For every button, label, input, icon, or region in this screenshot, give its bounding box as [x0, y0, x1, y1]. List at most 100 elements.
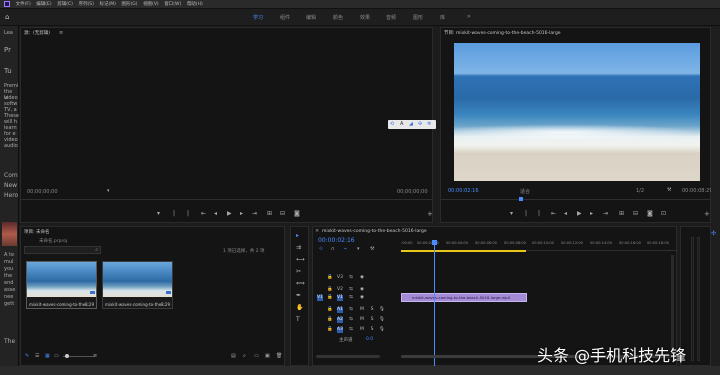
- sync-lock-icon[interactable]: ⇆: [348, 275, 354, 281]
- menu-graphics[interactable]: 图形(G): [121, 0, 137, 9]
- resolution-dropdown[interactable]: 1/2: [636, 188, 644, 194]
- write-protect-icon[interactable]: ✎: [25, 353, 29, 359]
- pen-tool-icon[interactable]: ✒: [296, 292, 301, 299]
- lock-icon[interactable]: 🔒: [327, 317, 333, 323]
- sync-lock-icon[interactable]: ⇆: [348, 295, 354, 301]
- voiceover-mic-icon[interactable]: 🎙: [379, 317, 385, 323]
- nest-icon[interactable]: ⟐: [319, 246, 323, 252]
- mark-out-icon[interactable]: |: [538, 211, 540, 217]
- menu-sequence[interactable]: 序列(S): [79, 0, 94, 9]
- workspace-assembly[interactable]: 组件: [280, 14, 290, 21]
- solo-button[interactable]: S: [369, 317, 375, 323]
- list-view-icon[interactable]: ☰: [35, 353, 39, 359]
- icon-view-icon[interactable]: ▦: [45, 353, 50, 359]
- settings-wrench-icon[interactable]: ⚒: [370, 246, 374, 252]
- new-item-icon[interactable]: ▣: [265, 353, 270, 359]
- export-frame-icon[interactable]: ◙: [294, 211, 300, 217]
- track-name[interactable]: A2: [337, 317, 343, 323]
- track-name[interactable]: A1: [337, 307, 343, 313]
- slip-tool-icon[interactable]: ⟺: [296, 280, 305, 287]
- track-name[interactable]: V3: [337, 275, 343, 281]
- step-back-icon[interactable]: ◂: [214, 211, 217, 217]
- menu-clip[interactable]: 剪辑(C): [57, 0, 73, 9]
- text-tool-label[interactable]: A: [400, 121, 403, 127]
- snap-icon[interactable]: ∩: [331, 246, 335, 252]
- mark-in-icon[interactable]: |: [525, 211, 527, 217]
- eye-icon[interactable]: ◉: [359, 295, 365, 301]
- new-bin-icon[interactable]: ▭: [254, 353, 259, 359]
- timeline-vertical-scrollbar[interactable]: [671, 255, 674, 353]
- add-marker-icon[interactable]: ▾: [510, 211, 513, 217]
- razor-tool-icon[interactable]: ✂: [296, 268, 301, 275]
- zoom-slider-handle[interactable]: [65, 354, 69, 358]
- mark-out-icon[interactable]: |: [187, 211, 189, 217]
- panel-menu-icon[interactable]: ≡: [59, 30, 63, 36]
- sequence-tab[interactable]: mixkit-waves-coming-to-the-beach-5016-la…: [322, 229, 427, 234]
- menu-window[interactable]: 窗口(W): [164, 0, 181, 9]
- playhead-handle[interactable]: [432, 240, 437, 245]
- workspace-audio[interactable]: 音频: [386, 14, 396, 21]
- wrench-icon[interactable]: ⚒: [667, 187, 671, 193]
- add-marker-icon[interactable]: ▾: [357, 246, 360, 252]
- automate-to-sequence-icon[interactable]: ▤: [231, 353, 236, 359]
- menu-marker[interactable]: 标记(M): [99, 0, 115, 9]
- source-timecode[interactable]: 00;00;00;00: [27, 189, 58, 195]
- mute-button[interactable]: M: [359, 317, 365, 323]
- lock-icon[interactable]: 🔒: [327, 295, 333, 301]
- mute-button[interactable]: M: [359, 307, 365, 313]
- workspace-effects[interactable]: 效果: [360, 14, 370, 21]
- type-tool-icon[interactable]: T: [296, 316, 300, 323]
- workspace-libraries[interactable]: 库: [440, 14, 445, 21]
- track-select-tool-icon[interactable]: ⇉: [296, 244, 301, 251]
- master-volume-value[interactable]: 0.0: [366, 337, 373, 342]
- overwrite-icon[interactable]: ⊟: [280, 211, 285, 217]
- hand-tool-icon[interactable]: ✋: [296, 304, 303, 311]
- eye-icon[interactable]: ◉: [359, 275, 365, 281]
- settings-icon[interactable]: ✲: [427, 121, 431, 127]
- mute-button[interactable]: M: [359, 327, 365, 333]
- close-tab-icon[interactable]: ×: [315, 228, 319, 234]
- workspace-graphics[interactable]: 图形: [413, 14, 423, 21]
- step-forward-icon[interactable]: ▸: [590, 211, 593, 217]
- sort-icon[interactable]: ≡: [93, 353, 97, 359]
- sync-lock-icon[interactable]: ⇆: [348, 307, 354, 313]
- go-to-in-icon[interactable]: ⇤: [201, 211, 206, 217]
- solo-button[interactable]: S: [369, 307, 375, 313]
- clear-icon[interactable]: 🗑: [276, 353, 282, 359]
- work-area-bar[interactable]: [401, 250, 526, 252]
- menu-view[interactable]: 视图(V): [143, 0, 159, 9]
- export-frame-icon[interactable]: ◙: [647, 211, 653, 217]
- workspace-editing[interactable]: 编辑: [306, 14, 316, 21]
- sync-lock-icon[interactable]: ⇆: [348, 317, 354, 323]
- lock-icon[interactable]: 🔒: [327, 327, 333, 333]
- go-to-out-icon[interactable]: ⇥: [252, 211, 257, 217]
- step-forward-icon[interactable]: ▸: [240, 211, 243, 217]
- lift-icon[interactable]: ⊞: [619, 211, 624, 217]
- lock-icon[interactable]: 🔒: [327, 307, 333, 313]
- voiceover-mic-icon[interactable]: 🎙: [379, 307, 385, 313]
- program-playhead[interactable]: [519, 197, 523, 201]
- more-workspaces-icon[interactable]: »: [467, 13, 471, 20]
- source-patch-v1[interactable]: V1: [317, 295, 323, 301]
- extract-icon[interactable]: ⊟: [633, 211, 638, 217]
- lock-icon[interactable]: 🔒: [327, 275, 333, 281]
- solo-button[interactable]: S: [369, 327, 375, 333]
- comparison-view-icon[interactable]: ⊡: [661, 211, 666, 217]
- sync-icon[interactable]: ✣: [711, 230, 716, 237]
- voiceover-mic-icon[interactable]: 🎙: [379, 327, 385, 333]
- mark-in-icon[interactable]: |: [173, 211, 175, 217]
- find-icon[interactable]: ⌕: [243, 353, 246, 359]
- go-to-out-icon[interactable]: ⇥: [603, 211, 608, 217]
- learn-tab[interactable]: Lea: [4, 30, 13, 36]
- button-editor-icon[interactable]: +: [427, 211, 433, 218]
- project-search-input[interactable]: ⌕: [24, 246, 101, 254]
- linked-selection-icon[interactable]: ⌁: [344, 246, 347, 252]
- menu-help[interactable]: 帮助(H): [187, 0, 203, 9]
- insert-icon[interactable]: ⊞: [267, 211, 272, 217]
- play-icon[interactable]: ▶: [577, 211, 582, 217]
- shape-icon[interactable]: ◢: [409, 121, 413, 127]
- project-item[interactable]: mixkit-waves-coming-to-the... 8:29: [102, 261, 173, 309]
- fit-dropdown-icon[interactable]: ▾: [107, 188, 110, 194]
- track-name[interactable]: V1: [337, 295, 343, 301]
- track-name[interactable]: A3: [337, 327, 343, 333]
